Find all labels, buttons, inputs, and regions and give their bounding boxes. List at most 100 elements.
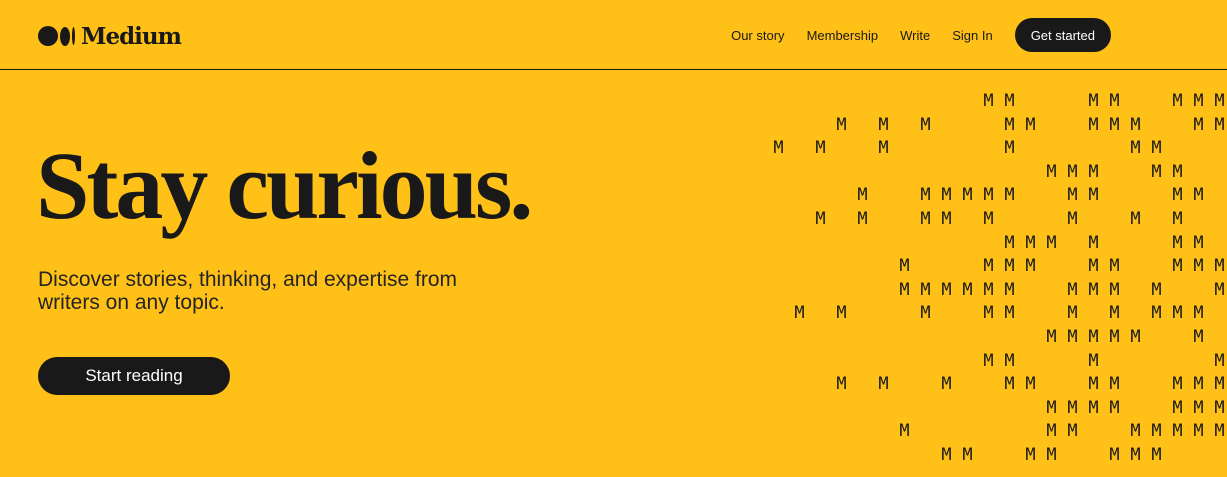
m-glyph: M	[983, 303, 994, 323]
m-glyph: M	[1193, 256, 1204, 276]
m-glyph: M	[1193, 398, 1204, 418]
m-glyph: M	[1088, 91, 1099, 111]
m-glyph: M	[1088, 256, 1099, 276]
m-glyph: M	[1214, 421, 1225, 441]
m-glyph: M	[1151, 162, 1162, 182]
m-glyph: M	[1088, 327, 1099, 347]
m-glyph: M	[1088, 280, 1099, 300]
m-glyph: M	[1172, 374, 1183, 394]
m-glyph: M	[836, 303, 847, 323]
m-glyph: M	[1046, 233, 1057, 253]
m-glyph: M	[1025, 374, 1036, 394]
m-glyph: M	[920, 303, 931, 323]
m-glyph: M	[815, 138, 826, 158]
m-glyph: M	[1109, 327, 1120, 347]
m-glyph: M	[1067, 162, 1078, 182]
m-glyph: M	[1214, 374, 1225, 394]
m-glyph: M	[878, 115, 889, 135]
m-glyph: M	[1067, 280, 1078, 300]
m-glyph: M	[1067, 421, 1078, 441]
m-glyph: M	[962, 280, 973, 300]
m-glyph: M	[1193, 374, 1204, 394]
m-glyph: M	[857, 185, 868, 205]
m-glyph: M	[857, 209, 868, 229]
m-glyph: M	[1025, 115, 1036, 135]
m-glyph: M	[1214, 351, 1225, 371]
nav-link-membership[interactable]: Membership	[807, 28, 879, 43]
m-glyph: M	[1214, 398, 1225, 418]
m-glyph: M	[878, 374, 889, 394]
brand-name: Medium	[81, 22, 182, 50]
m-glyph: M	[1193, 421, 1204, 441]
m-glyph: M	[899, 421, 910, 441]
m-glyph: M	[1088, 162, 1099, 182]
medium-logo[interactable]: Medium	[38, 20, 182, 52]
m-glyph: M	[983, 256, 994, 276]
hero-title: Stay curious.	[36, 132, 533, 239]
m-glyph: M	[1046, 398, 1057, 418]
m-glyph: M	[1067, 303, 1078, 323]
m-glyph: M	[1109, 445, 1120, 465]
m-glyph: M	[1172, 185, 1183, 205]
m-glyph: M	[1004, 115, 1015, 135]
m-glyph: M	[920, 280, 931, 300]
m-glyph: M	[1130, 327, 1141, 347]
m-glyph: M	[1172, 162, 1183, 182]
m-glyph: M	[962, 445, 973, 465]
m-glyph: M	[836, 115, 847, 135]
m-glyph: M	[1004, 351, 1015, 371]
m-glyph: M	[1130, 445, 1141, 465]
m-glyph: M	[1172, 91, 1183, 111]
m-glyph: M	[1088, 374, 1099, 394]
m-glyph: M	[1151, 280, 1162, 300]
get-started-button[interactable]: Get started	[1014, 18, 1111, 52]
m-glyph: M	[920, 185, 931, 205]
m-glyph: M	[1130, 138, 1141, 158]
m-glyph: M	[1109, 115, 1120, 135]
m-glyph: M	[878, 138, 889, 158]
m-glyph: M	[941, 445, 952, 465]
m-glyph: M	[941, 185, 952, 205]
nav-link-sign-in[interactable]: Sign In	[952, 28, 992, 43]
m-glyph: M	[899, 256, 910, 276]
m-glyph: M	[1109, 256, 1120, 276]
medium-logo-icon	[38, 26, 75, 46]
m-glyph: M	[962, 185, 973, 205]
m-glyph: M	[1172, 303, 1183, 323]
m-glyph: M	[899, 280, 910, 300]
m-glyph: M	[1109, 91, 1120, 111]
m-glyph: M	[794, 303, 805, 323]
m-glyph: M	[1172, 209, 1183, 229]
m-glyph: M	[1004, 303, 1015, 323]
m-glyph: M	[920, 115, 931, 135]
m-glyph: M	[1025, 233, 1036, 253]
m-glyph: M	[941, 374, 952, 394]
m-glyph: M	[1088, 351, 1099, 371]
m-glyph: M	[1109, 280, 1120, 300]
m-glyph: M	[1088, 185, 1099, 205]
m-glyph: M	[1046, 327, 1057, 347]
m-glyph: M	[1172, 421, 1183, 441]
m-glyph: M	[1067, 185, 1078, 205]
m-glyph: M	[1193, 185, 1204, 205]
m-glyph: M	[1193, 327, 1204, 347]
m-glyph: M	[983, 209, 994, 229]
m-glyph: M	[1004, 185, 1015, 205]
m-glyph: M	[815, 209, 826, 229]
start-reading-button[interactable]: Start reading	[38, 357, 230, 395]
m-glyph: M	[1130, 421, 1141, 441]
m-glyph: M	[1067, 209, 1078, 229]
m-glyph: M	[941, 280, 952, 300]
m-glyph: M	[1004, 256, 1015, 276]
m-glyph: M	[1088, 398, 1099, 418]
m-glyph: M	[1109, 374, 1120, 394]
nav-link-write[interactable]: Write	[900, 28, 930, 43]
m-glyph: M	[1151, 303, 1162, 323]
hero-subtitle: Discover stories, thinking, and expertis…	[38, 268, 458, 314]
m-glyph: M	[773, 138, 784, 158]
nav-link-our-story[interactable]: Our story	[731, 28, 784, 43]
m-glyph: M	[983, 91, 994, 111]
m-glyph: M	[1172, 398, 1183, 418]
m-glyph: M	[920, 209, 931, 229]
m-glyph: M	[983, 351, 994, 371]
